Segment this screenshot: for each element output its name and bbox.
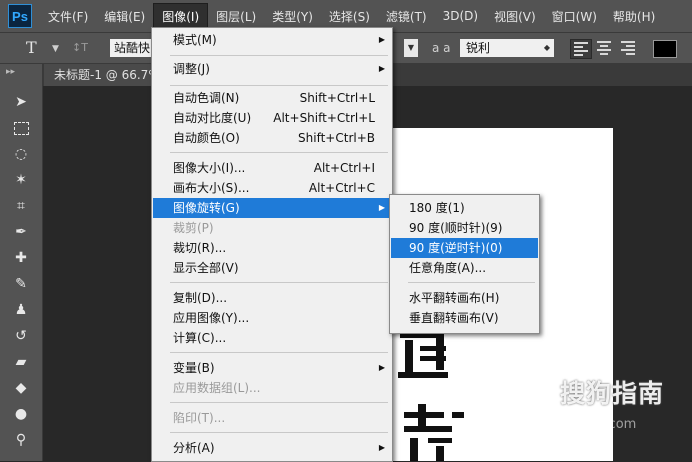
antialias-select[interactable]: 锐利 ◆ <box>460 39 554 57</box>
crop-tool-icon[interactable]: ⌗ <box>6 194 36 218</box>
type-tool-icon[interactable]: T <box>26 38 37 57</box>
menu-select[interactable]: 选择(S) <box>321 4 378 29</box>
menu-item-apply-data-set[interactable]: 应用数据组(L)... <box>153 378 391 398</box>
align-right-icon[interactable] <box>618 39 638 57</box>
text-orientation-icon[interactable]: ↕T <box>72 41 88 54</box>
menu-divider <box>408 282 535 283</box>
magic-wand-tool-icon[interactable]: ✶ <box>6 168 36 192</box>
menu-divider <box>170 282 388 283</box>
submenu-arrow-icon: ▶ <box>378 363 385 372</box>
menu-item-mode[interactable]: 模式(M) ▶ <box>153 30 391 50</box>
menu-edit[interactable]: 编辑(E) <box>96 4 153 29</box>
eyedropper-tool-icon[interactable]: ✒ <box>6 220 36 244</box>
align-center-icon[interactable] <box>594 39 614 57</box>
document-tab[interactable]: 未标题-1 @ 66.7% <box>44 64 156 86</box>
font-size-dropdown-icon[interactable]: ▼ <box>404 39 418 57</box>
menu-divider <box>170 402 388 403</box>
eraser-tool-icon[interactable]: ▰ <box>6 350 36 374</box>
watermark-brand: 搜狗指南 <box>560 379 665 408</box>
image-menu: 模式(M) ▶ 调整(J) ▶ 自动色调(N) Shift+Ctrl+L 自动对比度(… <box>151 27 393 462</box>
align-left-icon[interactable] <box>570 39 592 59</box>
dodge-tool-icon[interactable]: ⚲ <box>6 428 36 452</box>
menu-item-crop[interactable]: 裁剪(P) <box>153 218 391 238</box>
menu-item-adjust[interactable]: 调整(J) ▶ <box>153 59 391 79</box>
paint-bucket-tool-icon[interactable]: ◆ <box>6 376 36 400</box>
menu-item-auto-tone[interactable]: 自动色调(N) Shift+Ctrl+L <box>153 88 391 108</box>
submenu-arrow-icon: ▶ <box>378 35 385 44</box>
sogou-logo-icon <box>520 372 554 406</box>
submenu-arrow-icon: ▶ <box>378 203 385 212</box>
menu-help[interactable]: 帮助(H) <box>605 4 663 29</box>
lasso-tool-icon[interactable]: ◌ <box>6 142 36 166</box>
menu-divider <box>170 85 388 86</box>
menu-item-auto-color[interactable]: 自动颜色(O) Shift+Ctrl+B <box>153 128 391 148</box>
menu-item-auto-contrast[interactable]: 自动对比度(U) Alt+Shift+Ctrl+L <box>153 108 391 128</box>
menu-item-trim[interactable]: 裁切(R)... <box>153 238 391 258</box>
menu-item-flip-horizontal[interactable]: 水平翻转画布(H) <box>391 288 538 308</box>
menu-divider <box>170 55 388 56</box>
menu-view[interactable]: 视图(V) <box>486 4 544 29</box>
menu-item-flip-vertical[interactable]: 垂直翻转画布(V) <box>391 308 538 328</box>
menu-item-variables[interactable]: 变量(B) ▶ <box>153 358 391 378</box>
menu-item-rotate-90-cw[interactable]: 90 度(顺时针)(9) <box>391 218 538 238</box>
history-brush-tool-icon[interactable]: ↺ <box>6 324 36 348</box>
menu-item-duplicate[interactable]: 复制(D)... <box>153 288 391 308</box>
chevron-updown-icon: ◆ <box>543 43 550 52</box>
text-color-swatch[interactable] <box>653 40 677 58</box>
menu-item-apply-image[interactable]: 应用图像(Y)... <box>153 308 391 328</box>
menu-item-rotate-90-ccw[interactable]: 90 度(逆时针)(0) <box>391 238 538 258</box>
menu-item-image-size[interactable]: 图像大小(I)... Alt+Ctrl+I <box>153 158 391 178</box>
menu-item-reveal-all[interactable]: 显示全部(V) <box>153 258 391 278</box>
blur-tool-icon[interactable]: ● <box>6 402 36 426</box>
panel-collapse-icon[interactable]: ▸▸ <box>6 67 15 77</box>
menu-item-arbitrary-rotation[interactable]: 任意角度(A)... <box>391 258 538 278</box>
healing-brush-tool-icon[interactable]: ✚ <box>6 246 36 270</box>
menu-item-trap[interactable]: 陷印(T)... <box>153 408 391 428</box>
image-rotation-submenu: 180 度(1) 90 度(顺时针)(9) 90 度(逆时针)(0) 任意角度(… <box>389 194 540 334</box>
marquee-tool-icon[interactable] <box>6 116 36 140</box>
photoshop-logo: Ps <box>8 4 32 28</box>
watermark-url: zhinan.sogou.com <box>518 417 637 432</box>
antialias-value: 锐利 <box>466 41 491 55</box>
menu-item-rotate-180[interactable]: 180 度(1) <box>391 198 538 218</box>
menu-image[interactable]: 图像(I) <box>153 2 209 30</box>
menu-window[interactable]: 窗口(W) <box>544 4 605 29</box>
menu-type[interactable]: 类型(Y) <box>264 4 321 29</box>
menu-divider <box>170 152 388 153</box>
submenu-arrow-icon: ▶ <box>378 64 385 73</box>
menu-item-canvas-size[interactable]: 画布大小(S)... Alt+Ctrl+C <box>153 178 391 198</box>
menu-divider <box>170 352 388 353</box>
menu-filter[interactable]: 滤镜(T) <box>378 4 435 29</box>
submenu-arrow-icon: ▶ <box>378 443 385 452</box>
menu-item-analysis[interactable]: 分析(A) ▶ <box>153 438 391 458</box>
antialias-icon: a a <box>432 41 451 55</box>
menu-file[interactable]: 文件(F) <box>40 4 96 29</box>
tool-preset-caret-icon[interactable]: ▼ <box>52 44 59 54</box>
menu-divider <box>170 432 388 433</box>
clone-stamp-tool-icon[interactable]: ♟ <box>6 298 36 322</box>
menu-3d[interactable]: 3D(D) <box>435 5 486 27</box>
move-tool-icon[interactable]: ➤ <box>6 90 36 114</box>
menu-item-calculations[interactable]: 计算(C)... <box>153 328 391 348</box>
toolbox: ▸▸ ➤ ◌ ✶ ⌗ ✒ ✚ ✎ ♟ ↺ ▰ ◆ ● ⚲ <box>0 64 43 461</box>
brush-tool-icon[interactable]: ✎ <box>6 272 36 296</box>
menu-layer[interactable]: 图层(L) <box>208 4 264 29</box>
menu-item-image-rotation[interactable]: 图像旋转(G) ▶ <box>153 198 391 218</box>
